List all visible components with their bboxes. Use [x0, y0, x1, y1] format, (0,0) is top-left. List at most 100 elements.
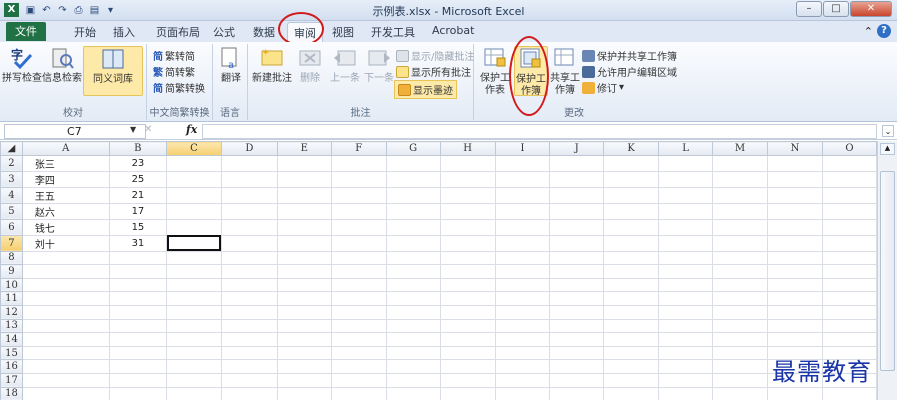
prev-comment-button[interactable]: 上一条 — [328, 46, 362, 96]
cell-l11[interactable] — [658, 291, 713, 306]
formula-expand-icon[interactable]: ⌄ — [882, 125, 894, 137]
cell-b10[interactable] — [108, 277, 168, 293]
show-ink-button[interactable]: 显示墨迹 — [394, 80, 457, 99]
cell-h12[interactable] — [439, 304, 496, 320]
cell-e6[interactable] — [276, 218, 332, 236]
cell-c16[interactable] — [166, 359, 222, 374]
cell-j7[interactable] — [549, 234, 605, 252]
cell-k6[interactable] — [603, 218, 660, 236]
cell-k5[interactable] — [603, 202, 660, 220]
cell-a6[interactable]: 钱七 — [21, 218, 110, 236]
cell-b7[interactable]: 31 — [108, 234, 168, 252]
show-all-comments-button[interactable]: 显示所有批注 — [396, 64, 471, 79]
cell-c17[interactable] — [166, 372, 222, 388]
cell-i3[interactable] — [494, 170, 551, 188]
cell-e16[interactable] — [276, 359, 332, 374]
cell-k18[interactable] — [603, 386, 660, 400]
row-header[interactable]: 8 — [0, 250, 23, 266]
cell-j17[interactable] — [549, 372, 605, 388]
column-header-h[interactable]: H — [439, 141, 496, 156]
cell-m9[interactable] — [712, 264, 768, 279]
cell-n10[interactable] — [766, 277, 823, 293]
show-hide-comment-button[interactable]: 显示/隐藏批注 — [396, 48, 474, 63]
cell-i4[interactable] — [494, 186, 551, 204]
row-header[interactable]: 13 — [0, 318, 23, 334]
cell-c2[interactable] — [166, 154, 222, 172]
minimize-button[interactable]: – — [796, 1, 822, 17]
cell-o4[interactable] — [821, 186, 877, 204]
cell-g16[interactable] — [385, 359, 441, 374]
cell-d10[interactable] — [220, 277, 278, 293]
cell-c14[interactable] — [166, 332, 222, 347]
cell-e3[interactable] — [276, 170, 332, 188]
cell-l3[interactable] — [658, 170, 713, 188]
cell-c5[interactable] — [166, 202, 222, 220]
vertical-scrollbar[interactable]: ▲ — [877, 141, 897, 400]
cell-g9[interactable] — [385, 264, 441, 279]
cell-b5[interactable]: 17 — [108, 202, 168, 220]
cell-a9[interactable] — [21, 264, 110, 279]
cell-c4[interactable] — [166, 186, 222, 204]
column-header-c[interactable]: C — [166, 141, 222, 156]
cell-d13[interactable] — [220, 318, 278, 334]
cell-g18[interactable] — [385, 386, 441, 400]
ribbon-collapse-icon[interactable]: ⌃ — [864, 25, 873, 38]
delete-comment-button[interactable]: 删除 — [296, 46, 324, 96]
cell-g7[interactable] — [385, 234, 441, 252]
cell-l6[interactable] — [658, 218, 713, 236]
formula-cancel-icon[interactable]: ✕ — [144, 124, 152, 135]
column-header-n[interactable]: N — [766, 141, 823, 156]
cell-b13[interactable] — [108, 318, 168, 334]
cell-l12[interactable] — [658, 304, 713, 320]
cell-m4[interactable] — [712, 186, 768, 204]
cell-e12[interactable] — [276, 304, 332, 320]
cell-g12[interactable] — [385, 304, 441, 320]
cell-k10[interactable] — [603, 277, 660, 293]
cell-i2[interactable] — [494, 154, 551, 172]
cell-o10[interactable] — [821, 277, 877, 293]
cell-f11[interactable] — [330, 291, 387, 306]
cell-n14[interactable] — [766, 332, 823, 347]
cell-j9[interactable] — [549, 264, 605, 279]
cell-o14[interactable] — [821, 332, 877, 347]
cell-a11[interactable] — [21, 291, 110, 306]
cell-k16[interactable] — [603, 359, 660, 374]
cell-o9[interactable] — [821, 264, 877, 279]
cell-e18[interactable] — [276, 386, 332, 400]
cell-n3[interactable] — [766, 170, 823, 188]
cell-m6[interactable] — [712, 218, 768, 236]
cell-k4[interactable] — [603, 186, 660, 204]
cell-n18[interactable] — [766, 386, 823, 400]
row-header[interactable]: 17 — [0, 372, 23, 388]
tab-developer[interactable]: 开发工具 — [371, 24, 415, 40]
cell-i6[interactable] — [494, 218, 551, 236]
row-header[interactable]: 7 — [0, 234, 23, 252]
cell-k2[interactable] — [603, 154, 660, 172]
cell-g13[interactable] — [385, 318, 441, 334]
cell-e17[interactable] — [276, 372, 332, 388]
cell-e14[interactable] — [276, 332, 332, 347]
cell-d8[interactable] — [220, 250, 278, 266]
cell-g4[interactable] — [385, 186, 441, 204]
cell-d2[interactable] — [220, 154, 278, 172]
cell-l15[interactable] — [658, 345, 713, 361]
cell-n13[interactable] — [766, 318, 823, 334]
cell-j2[interactable] — [549, 154, 605, 172]
column-header-b[interactable]: B — [108, 141, 168, 156]
cell-e11[interactable] — [276, 291, 332, 306]
cell-l10[interactable] — [658, 277, 713, 293]
tab-file[interactable]: 文件 — [6, 22, 46, 41]
select-all-corner[interactable]: ◢ — [0, 141, 23, 156]
cell-m16[interactable] — [712, 359, 768, 374]
column-header-l[interactable]: L — [658, 141, 713, 156]
cell-c7[interactable] — [166, 234, 222, 252]
cell-e4[interactable] — [276, 186, 332, 204]
cell-c15[interactable] — [166, 345, 222, 361]
cell-i14[interactable] — [494, 332, 551, 347]
cell-f5[interactable] — [330, 202, 387, 220]
cell-g10[interactable] — [385, 277, 441, 293]
cell-h4[interactable] — [439, 186, 496, 204]
cell-f14[interactable] — [330, 332, 387, 347]
cell-e7[interactable] — [276, 234, 332, 252]
cell-i12[interactable] — [494, 304, 551, 320]
